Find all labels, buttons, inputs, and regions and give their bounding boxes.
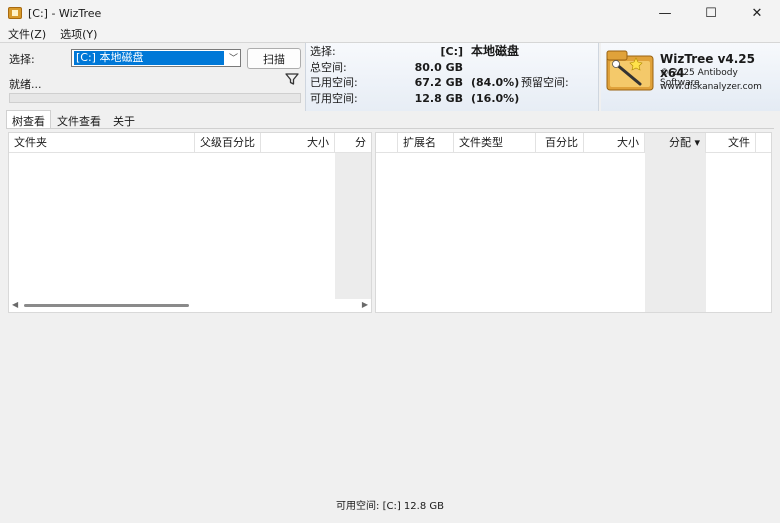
tab-content: 文件夹 父级百分比 大小 分 ◀ ▶ 扩展名 文件类型 百分比 大小 分配 ▾ … [6, 128, 774, 500]
scrollbar-thumb[interactable] [24, 304, 189, 307]
tree-header: 文件夹 父级百分比 大小 分 [9, 133, 371, 153]
file-type-header: 扩展名 文件类型 百分比 大小 分配 ▾ 文件 [376, 133, 771, 153]
window-title: [C:] - WizTree [28, 6, 102, 20]
column-parent-percent[interactable]: 父级百分比 [195, 133, 261, 153]
menu-options[interactable]: 选项(Y) [52, 26, 103, 42]
close-button[interactable]: ✕ [734, 0, 780, 26]
column-folder[interactable]: 文件夹 [9, 133, 195, 153]
info-drive-name: 本地磁盘 [471, 44, 520, 58]
used-space-label: 已用空间: [310, 76, 358, 89]
chevron-down-icon[interactable]: ﹀ [229, 51, 238, 64]
info-select-label: 选择: [310, 45, 336, 58]
title-bar: [C:] - WizTree — ☐ ✕ [0, 0, 780, 26]
minimize-button[interactable]: — [642, 0, 688, 26]
top-panel: 选择: [C:] 本地磁盘 ﹀ 扫描 就绪... 选择: [C:] 本地磁盘 总… [0, 42, 780, 111]
tab-tree-view[interactable]: 树查看 [6, 110, 51, 129]
column-color[interactable] [376, 133, 398, 153]
window-controls: — ☐ ✕ [642, 0, 780, 26]
allocated-column-shade [335, 153, 371, 299]
used-space-value: 67.2 GB [414, 76, 463, 89]
scan-button[interactable]: 扫描 [247, 48, 301, 69]
scroll-left-icon[interactable]: ◀ [12, 300, 18, 309]
view-tabs: 树查看 文件查看 关于 [6, 110, 141, 129]
info-row-used: 已用空间: 67.2 GB (84.0%) 预留空间: [310, 76, 596, 89]
column-percent[interactable]: 百分比 [536, 133, 584, 153]
total-space-label: 总空间: [310, 61, 347, 74]
column-allocated-sorted[interactable]: 分配 ▾ [645, 133, 706, 153]
brand-website-link[interactable]: www.diskanalyzer.com [660, 82, 762, 92]
select-label: 选择: [9, 53, 35, 66]
reserved-space-label: 预留空间: [521, 76, 569, 89]
drive-info-panel: 选择: [C:] 本地磁盘 总空间: 80.0 GB 已用空间: 67.2 GB… [305, 43, 599, 111]
free-space-percent: (16.0%) [471, 92, 520, 105]
info-row-selected: 选择: [C:] 本地磁盘 [310, 44, 596, 59]
folder-tree-pane[interactable]: 文件夹 父级百分比 大小 分 ◀ ▶ [8, 132, 372, 313]
scan-status: 就绪... [9, 78, 42, 91]
filter-icon[interactable] [285, 72, 299, 86]
menu-bar: 文件(Z) 选项(Y) [0, 26, 780, 42]
scan-progress-bar [9, 93, 301, 103]
column-size[interactable]: 大小 [584, 133, 645, 153]
drive-select-value: [C:] 本地磁盘 [74, 51, 224, 65]
column-allocated[interactable]: 分 [335, 133, 371, 153]
column-size[interactable]: 大小 [261, 133, 335, 153]
column-file-type[interactable]: 文件类型 [454, 133, 536, 153]
info-drive-letter: [C:] [440, 45, 463, 58]
scroll-right-icon[interactable]: ▶ [362, 300, 368, 309]
scan-controls: 选择: [C:] 本地磁盘 ﹀ 扫描 就绪... [5, 43, 303, 111]
tab-file-view[interactable]: 文件查看 [51, 110, 107, 129]
column-files[interactable]: 文件 [706, 133, 756, 153]
horizontal-scrollbar[interactable]: ◀ ▶ [9, 299, 371, 312]
free-space-value: 12.8 GB [414, 92, 463, 105]
status-bar: 可用空间: [C:] 12.8 GB [336, 501, 444, 512]
menu-file[interactable]: 文件(Z) [0, 26, 52, 42]
info-row-total: 总空间: 80.0 GB [310, 61, 596, 74]
maximize-button[interactable]: ☐ [688, 0, 734, 26]
column-extension[interactable]: 扩展名 [398, 133, 454, 153]
info-row-free: 可用空间: 12.8 GB (16.0%) [310, 92, 596, 105]
total-space-value: 80.0 GB [414, 61, 463, 74]
wiztree-app-icon [8, 7, 22, 19]
file-type-pane[interactable]: 扩展名 文件类型 百分比 大小 分配 ▾ 文件 [375, 132, 772, 313]
free-space-label: 可用空间: [310, 92, 358, 105]
wiztree-logo-icon [606, 50, 654, 91]
drive-select[interactable]: [C:] 本地磁盘 ﹀ [71, 49, 241, 67]
tab-about[interactable]: 关于 [107, 110, 141, 129]
used-space-percent: (84.0%) [471, 76, 520, 89]
allocated-column-shade [645, 153, 706, 312]
brand-panel[interactable]: WizTree v4.25 x64 © 2025 Antibody Softwa… [601, 43, 780, 111]
